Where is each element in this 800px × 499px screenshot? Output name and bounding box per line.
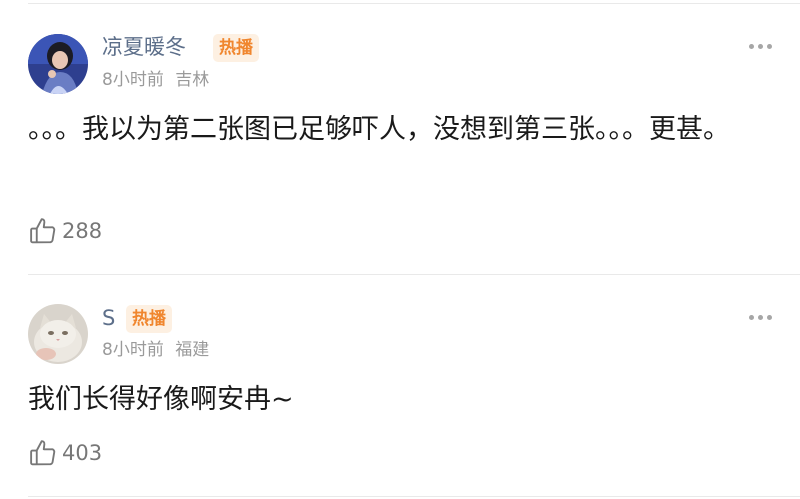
cat-photo-avatar-icon <box>28 304 88 364</box>
bottom-divider <box>28 496 800 497</box>
user-avatar[interactable] <box>28 304 88 364</box>
like-count: 288 <box>62 219 103 243</box>
top-divider <box>28 3 800 4</box>
comment-time: 8小时前 <box>102 340 164 360</box>
more-options-button[interactable] <box>749 315 772 320</box>
like-count: 403 <box>62 441 103 465</box>
dot-icon <box>767 315 772 320</box>
like-button[interactable]: 288 <box>28 216 102 246</box>
thumbs-up-icon <box>30 440 56 466</box>
comment-meta: 8小时前 福建 <box>102 338 209 362</box>
comment-location: 福建 <box>175 340 210 360</box>
dot-icon <box>758 315 763 320</box>
dot-icon <box>767 44 772 49</box>
dot-icon <box>749 315 754 320</box>
username[interactable]: 凉夏暖冬 <box>102 33 186 61</box>
comment-meta: 8小时前 吉林 <box>102 68 209 92</box>
hot-badge: 热播 <box>126 305 172 333</box>
username[interactable]: S <box>102 304 115 332</box>
thumbs-up-icon <box>30 218 56 244</box>
dot-icon <box>749 44 754 49</box>
comment-text: 。。。我以为第二张图已足够吓人，没想到第三张。。。更甚。 <box>28 114 730 145</box>
comment-divider <box>28 274 800 275</box>
like-button[interactable]: 403 <box>28 438 102 468</box>
girl-portrait-avatar-icon <box>28 34 88 94</box>
dot-icon <box>758 44 763 49</box>
user-avatar[interactable] <box>28 34 88 94</box>
hot-badge: 热播 <box>213 34 259 62</box>
more-options-button[interactable] <box>749 44 772 49</box>
comment-text: 我们长得好像啊安冉~ <box>28 384 294 415</box>
comment-location: 吉林 <box>175 70 210 90</box>
comment-time: 8小时前 <box>102 70 164 90</box>
